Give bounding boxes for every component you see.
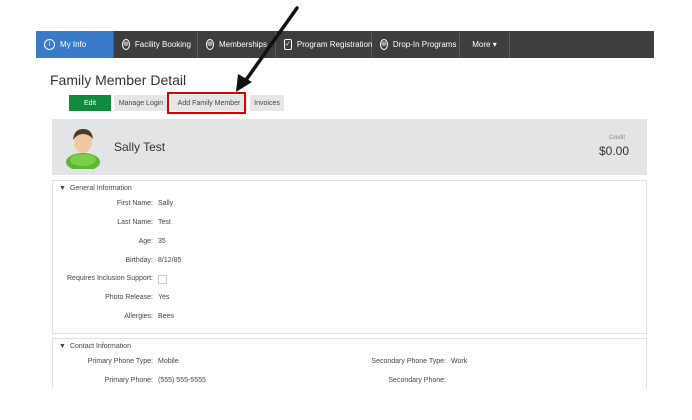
field-inclusion-support: Requires Inclusion Support: bbox=[53, 275, 167, 284]
field-secondary-phone-type: Secondary Phone Type: Work bbox=[346, 358, 467, 365]
person-avatar-icon bbox=[66, 129, 100, 169]
nav-program-registration-label: Program Registration bbox=[296, 40, 373, 49]
invoices-button[interactable]: Invoices bbox=[250, 95, 284, 111]
credit-value: $0.00 bbox=[598, 144, 629, 158]
nav-facility-booking-label: Facility Booking bbox=[134, 40, 191, 49]
field-value: Mobile bbox=[158, 358, 179, 365]
field-value: (555) 555-5555 bbox=[158, 377, 206, 384]
field-label: Age: bbox=[138, 238, 153, 245]
field-primary-phone: Primary Phone: (555) 555-5555 bbox=[53, 377, 206, 384]
field-first-name: First Name: Sally bbox=[53, 200, 173, 207]
field-label: Photo Release: bbox=[105, 294, 153, 301]
page-title: Family Member Detail bbox=[50, 72, 187, 88]
info-icon: i bbox=[44, 39, 55, 50]
field-photo-release: Photo Release: Yes bbox=[53, 294, 169, 301]
checkbox-icon: ✓ bbox=[284, 39, 292, 50]
field-birthday: Birthday: 8/12/85 bbox=[53, 257, 181, 264]
field-secondary-phone: Secondary Phone: bbox=[346, 377, 451, 384]
field-value: Sally bbox=[158, 200, 174, 207]
chevron-down-icon: ▼ bbox=[59, 185, 66, 192]
globe-icon: ⊕ bbox=[380, 39, 388, 50]
manage-login-button[interactable]: Manage Login bbox=[114, 95, 168, 111]
field-age: Age: 35 bbox=[53, 238, 166, 245]
field-value: 8/12/85 bbox=[158, 257, 182, 264]
nav-more-label: More ▾ bbox=[472, 40, 497, 49]
field-label: Requires Inclusion Support: bbox=[67, 275, 153, 282]
field-value: 35 bbox=[158, 238, 166, 245]
credit-label: Credit bbox=[608, 135, 625, 141]
nav-memberships-label: Memberships bbox=[218, 40, 267, 49]
nav-memberships[interactable]: ⊕ Memberships bbox=[198, 31, 276, 58]
profile-header: Sally Test Credit $0.00 bbox=[52, 119, 647, 175]
chevron-down-icon: ▼ bbox=[59, 343, 66, 350]
field-value: Bees bbox=[158, 313, 174, 320]
field-last-name: Last Name: Test bbox=[53, 219, 171, 226]
nav-facility-booking[interactable]: ⊕ Facility Booking bbox=[114, 31, 198, 58]
general-information-title: General Information bbox=[69, 185, 132, 192]
field-label: First Name: bbox=[116, 200, 153, 207]
contact-information-toggle[interactable]: ▼ Contact Information bbox=[59, 343, 131, 350]
nav-my-info-label: My Info bbox=[60, 40, 87, 49]
edit-button[interactable]: Edit bbox=[69, 95, 111, 111]
field-value: Work bbox=[451, 358, 468, 365]
nav-my-info[interactable]: i My Info bbox=[36, 31, 114, 58]
member-name: Sally Test bbox=[114, 140, 166, 154]
nav-drop-in-programs[interactable]: ⊕ Drop-In Programs bbox=[372, 31, 460, 58]
general-information-toggle[interactable]: ▼ General Information bbox=[59, 185, 132, 192]
field-value: Yes bbox=[158, 294, 170, 301]
field-label: Primary Phone Type: bbox=[87, 358, 153, 365]
field-value: Test bbox=[158, 219, 171, 226]
nav-program-registration[interactable]: ✓ Program Registration bbox=[276, 31, 372, 58]
contact-information-title: Contact Information bbox=[69, 343, 132, 350]
field-label: Primary Phone: bbox=[104, 377, 153, 384]
field-label: Allergies: bbox=[124, 313, 153, 320]
top-nav: i My Info ⊕ Facility Booking ⊕ Membershi… bbox=[36, 31, 654, 58]
highlight-box bbox=[167, 92, 246, 114]
field-label: Secondary Phone Type: bbox=[371, 358, 446, 365]
globe-icon: ⊕ bbox=[206, 39, 214, 50]
field-label: Last Name: bbox=[117, 219, 153, 226]
inclusion-support-checkbox bbox=[158, 275, 167, 284]
nav-drop-in-programs-label: Drop-In Programs bbox=[392, 40, 457, 49]
contact-information-section: ▼ Contact Information Primary Phone Type… bbox=[52, 338, 647, 388]
field-label: Birthday: bbox=[125, 257, 153, 264]
field-label: Secondary Phone: bbox=[388, 377, 446, 384]
globe-icon: ⊕ bbox=[122, 39, 130, 50]
field-primary-phone-type: Primary Phone Type: Mobile bbox=[53, 358, 179, 365]
field-allergies: Allergies: Bees bbox=[53, 313, 174, 320]
nav-more[interactable]: More ▾ bbox=[460, 31, 510, 58]
general-information-section: ▼ General Information First Name: Sally … bbox=[52, 180, 647, 334]
